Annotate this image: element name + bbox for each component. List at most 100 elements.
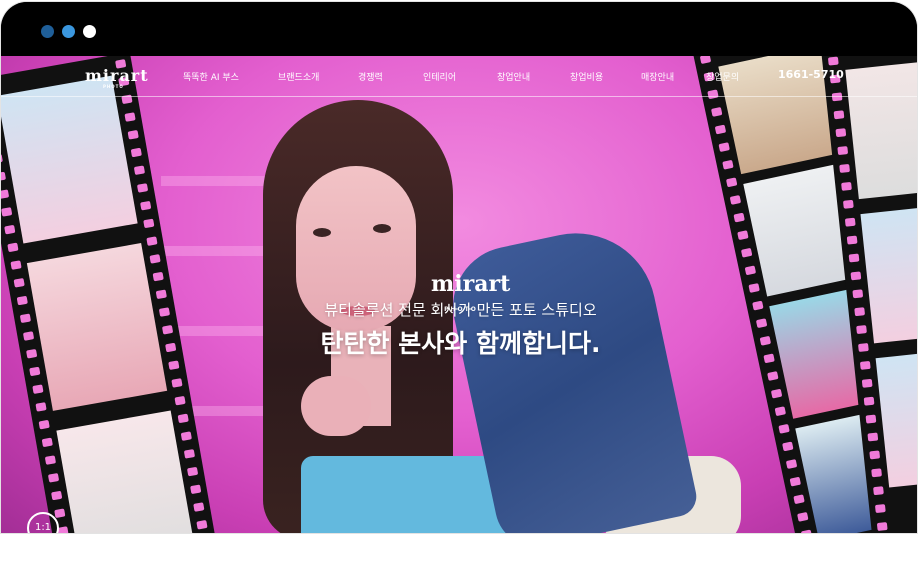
film-sprocket-hole [152, 271, 164, 282]
film-sprocket-hole [54, 508, 66, 519]
film-sprocket-hole [874, 504, 886, 514]
film-sprocket-hole [859, 360, 871, 370]
film-sprocket-hole [146, 236, 158, 246]
film-sprocket-hole [793, 494, 805, 505]
film-sprocket-hole [35, 402, 47, 412]
nav-item-ai-booth[interactable]: 똑똑한 AI 부스 [183, 70, 239, 83]
film-sprocket-hole [143, 218, 155, 229]
film-sprocket-hole [748, 283, 760, 293]
film-frame [875, 350, 917, 488]
film-sprocket-hole [155, 289, 167, 300]
film-sprocket-hole [785, 459, 798, 469]
film-sprocket-hole [174, 395, 186, 406]
film-sprocket-hole [869, 450, 881, 460]
portrait-eye [373, 224, 391, 233]
site-logo-text: mirart [85, 66, 149, 85]
film-sprocket-hole [714, 124, 727, 135]
film-sprocket-hole [789, 476, 802, 487]
film-sprocket-hole [133, 165, 146, 176]
portrait-hand [301, 376, 371, 436]
minimize-dot[interactable] [62, 25, 75, 38]
nav-item-store-guide[interactable]: 매장안내 [641, 70, 674, 83]
film-sprocket-hole [47, 473, 60, 483]
film-sprocket-hole [180, 431, 192, 441]
film-sprocket-hole [833, 110, 845, 120]
film-sprocket-hole [196, 519, 208, 530]
nav-item-brand[interactable]: 브랜드소개 [278, 70, 319, 83]
film-sprocket-hole [710, 106, 723, 117]
film-sprocket-hole [867, 432, 879, 442]
film-strip-left [1, 56, 221, 533]
site-logo[interactable]: mirart PHOTO [85, 66, 149, 89]
film-sprocket-hole [846, 235, 858, 245]
film-sprocket-hole [44, 455, 57, 465]
film-sprocket-hole [740, 247, 753, 258]
film-sprocket-hole [124, 112, 136, 122]
film-sprocket-hole [7, 242, 19, 253]
film-sprocket-hole [871, 468, 882, 478]
film-sprocket-hole [842, 199, 854, 209]
film-sprocket-hole [171, 378, 183, 388]
film-sprocket-hole [737, 230, 749, 241]
film-sprocket-hole [865, 414, 877, 424]
film-sprocket-hole [873, 486, 884, 496]
film-sprocket-hole [725, 177, 738, 188]
film-sprocket-hole [38, 419, 50, 430]
film-sprocket-hole [4, 224, 16, 235]
nav-item-startup-cost[interactable]: 창업비용 [570, 70, 603, 83]
top-navigation: mirart PHOTO 똑똑한 AI 부스 브랜드소개 경쟁력 인테리어 창업… [1, 56, 917, 97]
film-sprocket-hole [835, 128, 847, 138]
film-sprocket-hole [774, 406, 787, 417]
hero-subtitle: 뷰티솔루션 전문 회사가 만든 포토 스튜디오 [324, 301, 597, 319]
nav-item-startup-guide[interactable]: 창업안내 [497, 70, 530, 83]
film-sprocket-hole [130, 147, 142, 158]
film-sprocket-hole [193, 502, 205, 512]
film-sprocket-hole [183, 449, 196, 459]
film-sprocket-hole [778, 423, 790, 434]
film-sprocket-hole [744, 265, 757, 276]
film-frame [56, 410, 197, 533]
film-sprocket-hole [837, 146, 849, 156]
film-sprocket-hole [149, 254, 161, 264]
hero-banner: mirart PHOTO 1:1 [1, 56, 917, 533]
film-sprocket-hole [1, 153, 3, 164]
film-sprocket-hole [177, 413, 189, 424]
film-sprocket-hole [1, 189, 10, 199]
film-sprocket-hole [1, 171, 7, 182]
film-sprocket-hole [876, 522, 888, 532]
site-logo-sub: PHOTO [103, 84, 124, 89]
film-sprocket-hole [13, 278, 25, 288]
film-sprocket-hole [850, 271, 862, 281]
film-frame [860, 206, 917, 344]
phone-number[interactable]: 1661-5710 [778, 68, 844, 81]
nav-item-competitiveness[interactable]: 경쟁력 [358, 70, 383, 83]
close-dot[interactable] [41, 25, 54, 38]
film-sprocket-hole [848, 253, 860, 263]
maximize-dot[interactable] [83, 25, 96, 38]
film-sprocket-hole [190, 484, 202, 495]
film-sprocket-hole [168, 360, 180, 371]
film-sprocket-hole [722, 159, 734, 170]
film-sprocket-hole [797, 511, 809, 522]
stair-step [151, 246, 281, 256]
film-sprocket-hole [186, 466, 199, 477]
portrait-eye [313, 228, 331, 237]
film-sprocket-hole [852, 289, 864, 299]
nav-item-inquiry[interactable]: 창업문의 [706, 70, 739, 83]
film-sprocket-hole [733, 212, 745, 223]
film-sprocket-hole [800, 529, 813, 533]
film-sprocket-hole [841, 181, 852, 191]
film-sprocket-hole [729, 194, 742, 205]
film-sprocket-hole [767, 371, 779, 381]
film-sprocket-hole [839, 163, 850, 173]
film-sprocket-hole [29, 366, 41, 377]
window-titlebar [1, 2, 917, 56]
film-sprocket-hole [861, 378, 873, 388]
film-sprocket-hole [844, 217, 856, 227]
film-sprocket-hole [51, 490, 63, 501]
film-sprocket-hole [1, 207, 13, 217]
nav-item-interior[interactable]: 인테리어 [423, 70, 456, 83]
browser-window: mirart PHOTO 1:1 mirart PHOTO 똑똑한 AI 부스 … [1, 2, 917, 533]
film-frame [1, 75, 138, 244]
film-sprocket-hole [770, 388, 783, 399]
